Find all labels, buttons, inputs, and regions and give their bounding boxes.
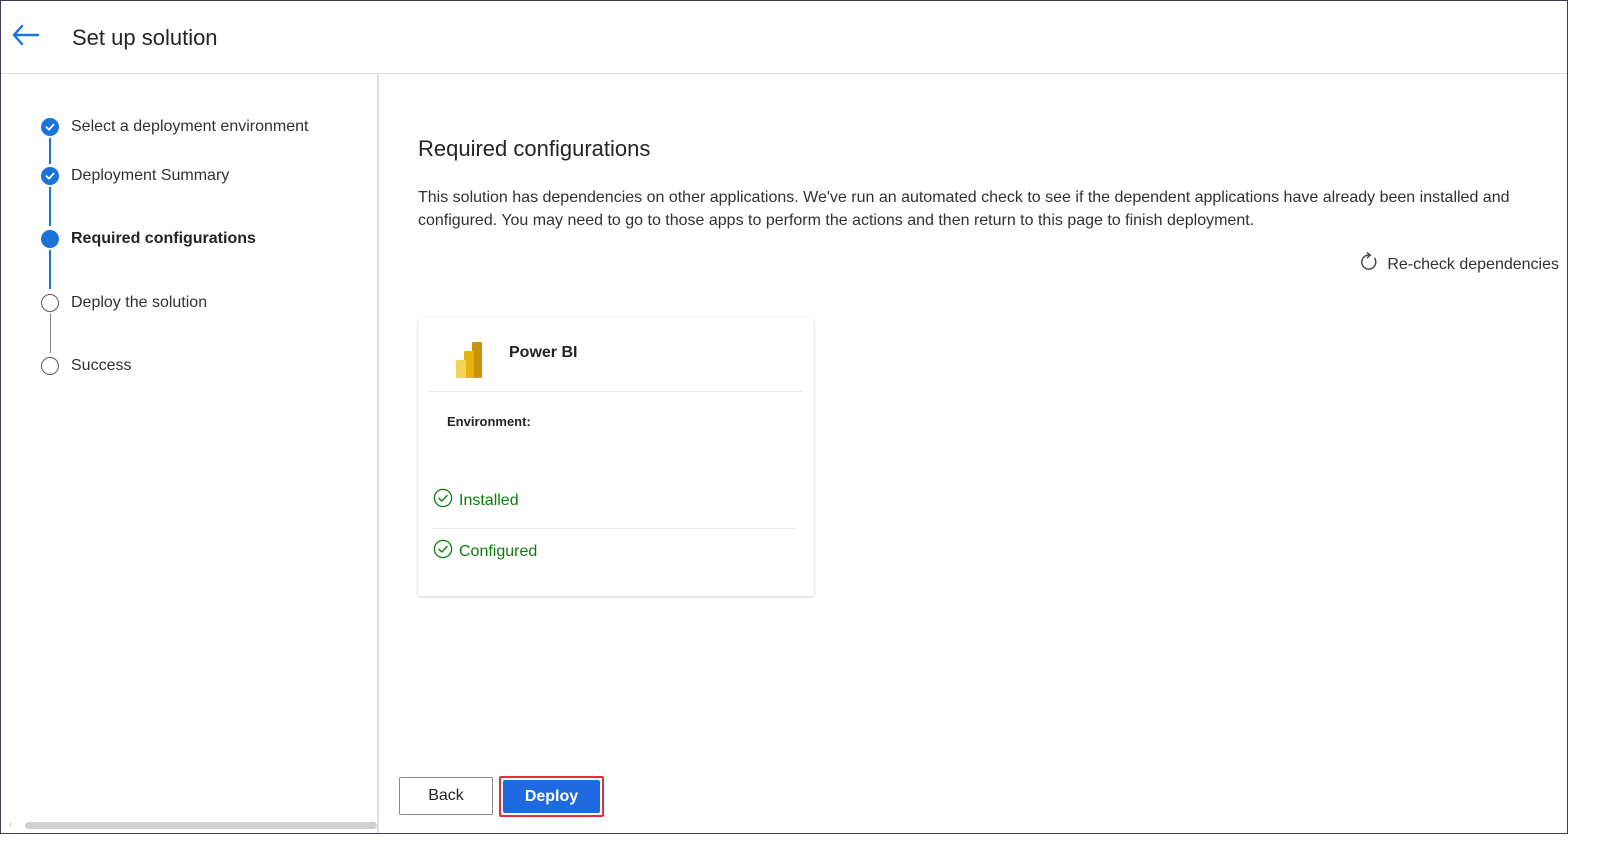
recheck-dependencies-button[interactable]: Re-check dependencies — [1359, 252, 1559, 277]
card-title: Power BI — [509, 344, 578, 361]
step-deployment-summary: Deployment Summary — [41, 167, 229, 185]
status-installed: Installed — [433, 488, 519, 513]
page-header: Set up solution — [1, 1, 1567, 74]
page-title: Set up solution — [72, 25, 218, 50]
refresh-icon — [1359, 252, 1379, 277]
check-circle-icon — [433, 488, 453, 513]
divider — [433, 528, 796, 529]
step-success: Success — [41, 357, 131, 375]
recheck-label: Re-check dependencies — [1387, 255, 1559, 273]
step-required-configurations: Required configurations — [41, 230, 256, 248]
horizontal-scrollbar[interactable]: ‹ — [1, 819, 377, 831]
step-connector — [49, 187, 51, 226]
status-label: Installed — [459, 491, 519, 509]
step-deploy-solution: Deploy the solution — [41, 294, 207, 312]
step-label: Deploy the solution — [71, 294, 208, 311]
step-connector — [49, 250, 51, 289]
empty-circle-icon — [41, 294, 59, 312]
status-label: Configured — [459, 542, 538, 560]
scroll-left-icon[interactable]: ‹ — [9, 819, 12, 831]
step-label: Required configurations — [71, 230, 256, 247]
step-label: Deployment Summary — [71, 167, 230, 184]
section-title: Required configurations — [418, 136, 651, 161]
checkmark-icon — [41, 167, 59, 185]
back-button[interactable]: Back — [399, 777, 493, 815]
step-connector — [49, 138, 51, 164]
status-configured: Configured — [433, 539, 537, 564]
step-label: Select a deployment environment — [71, 118, 309, 135]
step-label: Success — [71, 357, 132, 374]
step-connector — [50, 313, 51, 353]
step-select-environment: Select a deployment environment — [41, 118, 308, 136]
stepper-pane: Select a deployment environment Deployme… — [1, 74, 379, 833]
scrollbar-thumb[interactable] — [25, 822, 377, 829]
card-header: Power BI — [428, 317, 802, 392]
checkmark-icon — [41, 118, 59, 136]
section-description: This solution has dependencies on other … — [418, 189, 1510, 229]
empty-circle-icon — [41, 357, 59, 375]
main-content: Required configurations This solution ha… — [381, 74, 1567, 833]
check-circle-icon — [433, 539, 453, 564]
environment-label: Environment: — [447, 414, 531, 429]
current-step-dot-icon — [41, 230, 59, 248]
deploy-button[interactable]: Deploy — [503, 780, 600, 813]
app-window: Set up solution Select a deployment envi… — [0, 0, 1568, 834]
dependency-card-power-bi: Power BI Environment: Installed Configur… — [418, 317, 814, 596]
power-bi-logo — [452, 341, 484, 379]
arrow-left-icon[interactable] — [11, 21, 41, 49]
